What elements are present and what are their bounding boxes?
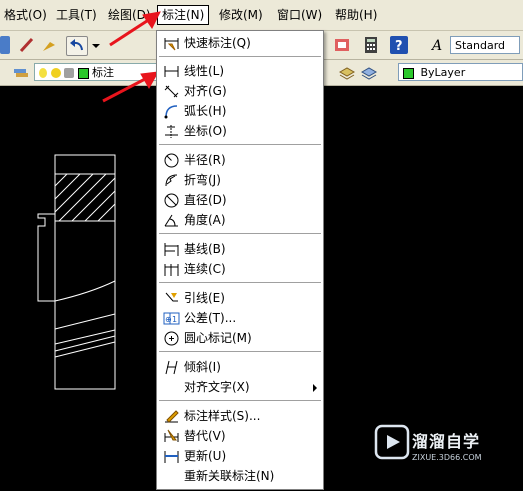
menu-item-linear[interactable]: 线性(L) [157, 62, 323, 81]
baseline-icon [163, 241, 180, 258]
submenu-arrow-icon [313, 384, 317, 392]
menu-item-dim-style[interactable]: 标注样式(S)... [157, 407, 323, 426]
svg-text:1: 1 [172, 315, 177, 324]
menu-item-leader[interactable]: 引线(E) [157, 289, 323, 308]
menu-separator [159, 233, 321, 234]
svg-text:⊕: ⊕ [165, 315, 172, 324]
dimension-dropdown: 快速标注(Q) 线性(L) 对齐(G) 弧长(H) 坐标(O) 半径(R) 折弯… [156, 30, 324, 490]
update-icon [163, 448, 180, 465]
menu-item-align-text[interactable]: 对齐文字(X) [157, 378, 323, 397]
menu-item-update[interactable]: 更新(U) [157, 447, 323, 466]
watermark-logo: 溜溜自学 ZIXUE.3D66.COM [374, 420, 494, 476]
watermark-brand: 溜溜自学 [412, 432, 481, 451]
menu-item-quick-dim[interactable]: 快速标注(Q) [157, 34, 323, 53]
menu-separator [159, 400, 321, 401]
menu-item-jogged[interactable]: 折弯(J) [157, 171, 323, 190]
menu-item-aligned[interactable]: 对齐(G) [157, 82, 323, 101]
menu-item-ordinate[interactable]: 坐标(O) [157, 122, 323, 141]
menu-item-reassociate[interactable]: 重新关联标注(N) [157, 467, 323, 486]
arrow-to-dimension-menu [109, 17, 151, 47]
continue-icon [163, 261, 180, 278]
center-mark-icon [163, 330, 180, 347]
tolerance-icon: ⊕ 1 [163, 310, 180, 327]
jogged-icon [163, 172, 180, 189]
menu-separator [159, 144, 321, 145]
linear-dim-icon [163, 63, 180, 80]
menu-item-center-mark[interactable]: 圆心标记(M) [157, 329, 323, 348]
angular-icon [163, 212, 180, 229]
menu-item-continue[interactable]: 连续(C) [157, 260, 323, 279]
leader-icon [163, 290, 180, 307]
menu-item-override[interactable]: 替代(V) [157, 427, 323, 446]
menu-item-baseline[interactable]: 基线(B) [157, 240, 323, 259]
menu-separator [159, 282, 321, 283]
watermark-url: ZIXUE.3D66.COM [412, 453, 482, 462]
quick-dim-icon [163, 35, 180, 52]
arc-length-icon [163, 103, 180, 120]
menu-item-tolerance[interactable]: ⊕ 1 公差(T)... [157, 309, 323, 328]
menu-item-angular[interactable]: 角度(A) [157, 211, 323, 230]
menu-item-radius[interactable]: 半径(R) [157, 151, 323, 170]
ordinate-icon [163, 123, 180, 140]
override-icon [163, 428, 180, 445]
menu-item-oblique[interactable]: 倾斜(I) [157, 358, 323, 377]
menu-separator [159, 351, 321, 352]
arrow-to-linear-item [102, 76, 148, 103]
menu-item-arc-length[interactable]: 弧长(H) [157, 102, 323, 121]
aligned-dim-icon [163, 83, 180, 100]
radius-icon [163, 152, 180, 169]
arrow-head-1 [142, 11, 161, 29]
diameter-icon [163, 192, 180, 209]
menu-separator [159, 56, 321, 57]
dim-style-icon [163, 408, 180, 425]
menu-item-diameter[interactable]: 直径(D) [157, 191, 323, 210]
oblique-icon [163, 359, 180, 376]
